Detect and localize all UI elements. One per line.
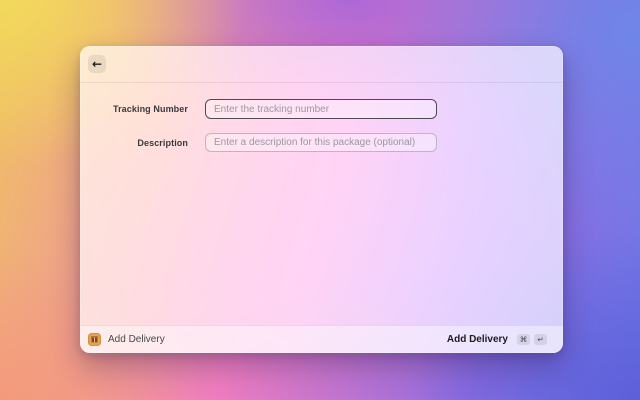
footer-actions: Add Delivery ⌘ ↵ xyxy=(447,334,547,345)
tracking-number-label: Tracking Number xyxy=(90,99,188,119)
window-header: ← xyxy=(80,46,563,83)
tracking-number-input[interactable] xyxy=(205,99,437,119)
add-delivery-window: ← Tracking Number Description Add Delive… xyxy=(80,46,563,353)
back-button[interactable]: ← xyxy=(88,55,106,73)
window-footer: Add Delivery Add Delivery ⌘ ↵ xyxy=(80,325,563,353)
return-key-icon: ↵ xyxy=(534,334,547,345)
add-delivery-action-button[interactable]: Add Delivery xyxy=(447,334,508,345)
description-row: Description xyxy=(80,133,563,152)
footer-window-title: Add Delivery xyxy=(108,334,165,345)
back-arrow-icon: ← xyxy=(92,57,102,71)
tracking-number-row: Tracking Number xyxy=(80,99,563,119)
desktop-background: ← Tracking Number Description Add Delive… xyxy=(0,0,640,400)
package-icon xyxy=(88,333,101,346)
description-input[interactable] xyxy=(205,133,437,152)
description-label: Description xyxy=(90,133,188,152)
command-key-icon: ⌘ xyxy=(517,334,530,345)
